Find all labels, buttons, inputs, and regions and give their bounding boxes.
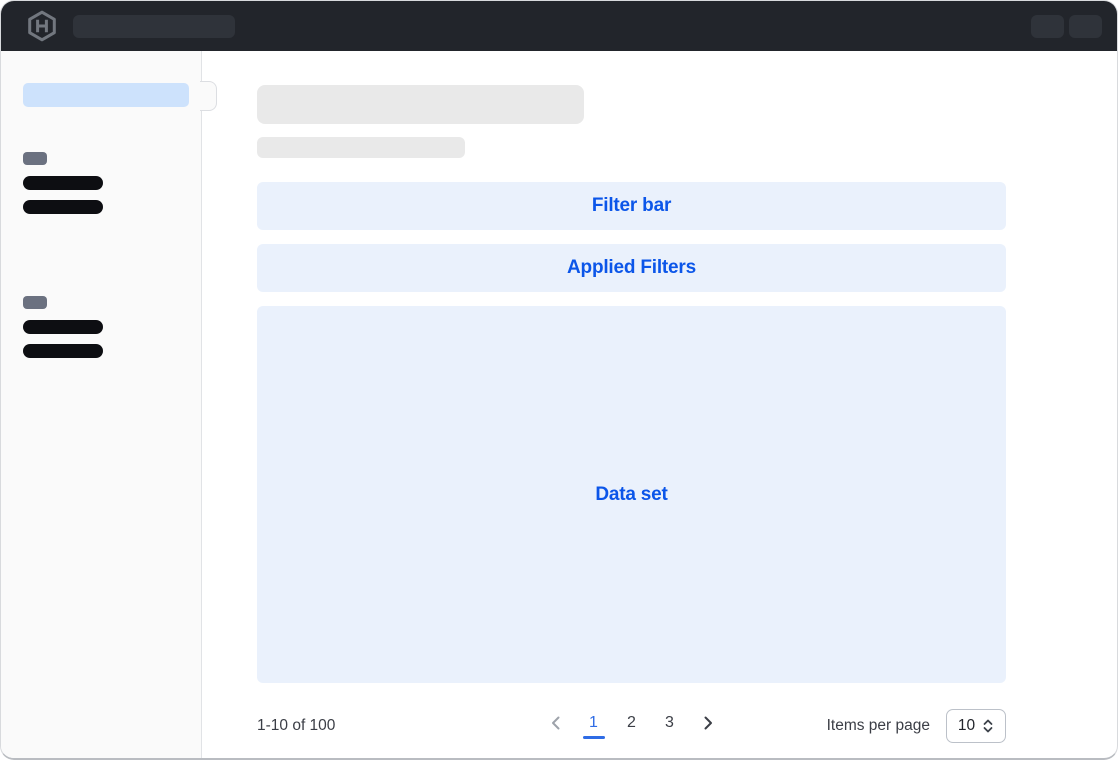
items-per-page-label: Items per page — [827, 717, 930, 735]
page-button-3[interactable]: 3 — [656, 709, 684, 743]
page-subtitle-placeholder — [257, 137, 465, 158]
header-action-placeholder-2[interactable] — [1069, 15, 1102, 38]
chevron-right-icon — [701, 715, 715, 731]
page-title-placeholder — [257, 85, 584, 124]
hashicorp-logo-icon[interactable] — [27, 10, 57, 42]
unfold-more-icon — [982, 718, 994, 734]
sidebar-nav-item-placeholder[interactable] — [23, 344, 103, 358]
data-set-label: Data set — [595, 484, 667, 506]
active-page-underline — [583, 736, 605, 739]
pagination-bar: 1-10 of 100 1 2 3 — [257, 702, 1006, 750]
items-per-page-value: 10 — [958, 717, 975, 735]
top-nav-bar — [1, 1, 1117, 51]
sidebar-section-label-placeholder — [23, 152, 47, 165]
app-window: Filter bar Applied Filters Data set 1-10… — [0, 0, 1118, 760]
items-per-page-control: Items per page 10 — [827, 709, 1006, 743]
global-search-placeholder[interactable] — [73, 15, 235, 38]
page-button-2[interactable]: 2 — [618, 709, 646, 743]
chevron-left-icon — [549, 715, 563, 731]
filter-bar-label: Filter bar — [592, 195, 671, 217]
items-per-page-select[interactable]: 10 — [946, 709, 1006, 743]
applied-filters-label: Applied Filters — [567, 257, 696, 279]
applied-filters-section: Applied Filters — [257, 244, 1006, 292]
pagination-range-label: 1-10 of 100 — [257, 717, 335, 735]
sidebar-section-label-placeholder — [23, 296, 47, 309]
page-button-1[interactable]: 1 — [580, 709, 608, 743]
sidebar-nav-item-placeholder[interactable] — [23, 320, 103, 334]
page-number: 3 — [665, 714, 674, 732]
sidebar-nav-item-placeholder[interactable] — [23, 176, 103, 190]
sidebar — [1, 51, 202, 758]
pager: 1 2 3 — [542, 709, 722, 743]
filter-bar-section: Filter bar — [257, 182, 1006, 230]
next-page-button[interactable] — [694, 709, 722, 743]
page-number: 2 — [627, 714, 636, 732]
data-set-section: Data set — [257, 306, 1006, 683]
sidebar-nav-item-placeholder[interactable] — [23, 200, 103, 214]
previous-page-button[interactable] — [542, 709, 570, 743]
sidebar-active-nav-placeholder[interactable] — [23, 83, 189, 107]
header-action-placeholder-1[interactable] — [1031, 15, 1064, 38]
sidebar-toggle-button[interactable] — [200, 81, 217, 111]
page-number: 1 — [589, 714, 598, 732]
